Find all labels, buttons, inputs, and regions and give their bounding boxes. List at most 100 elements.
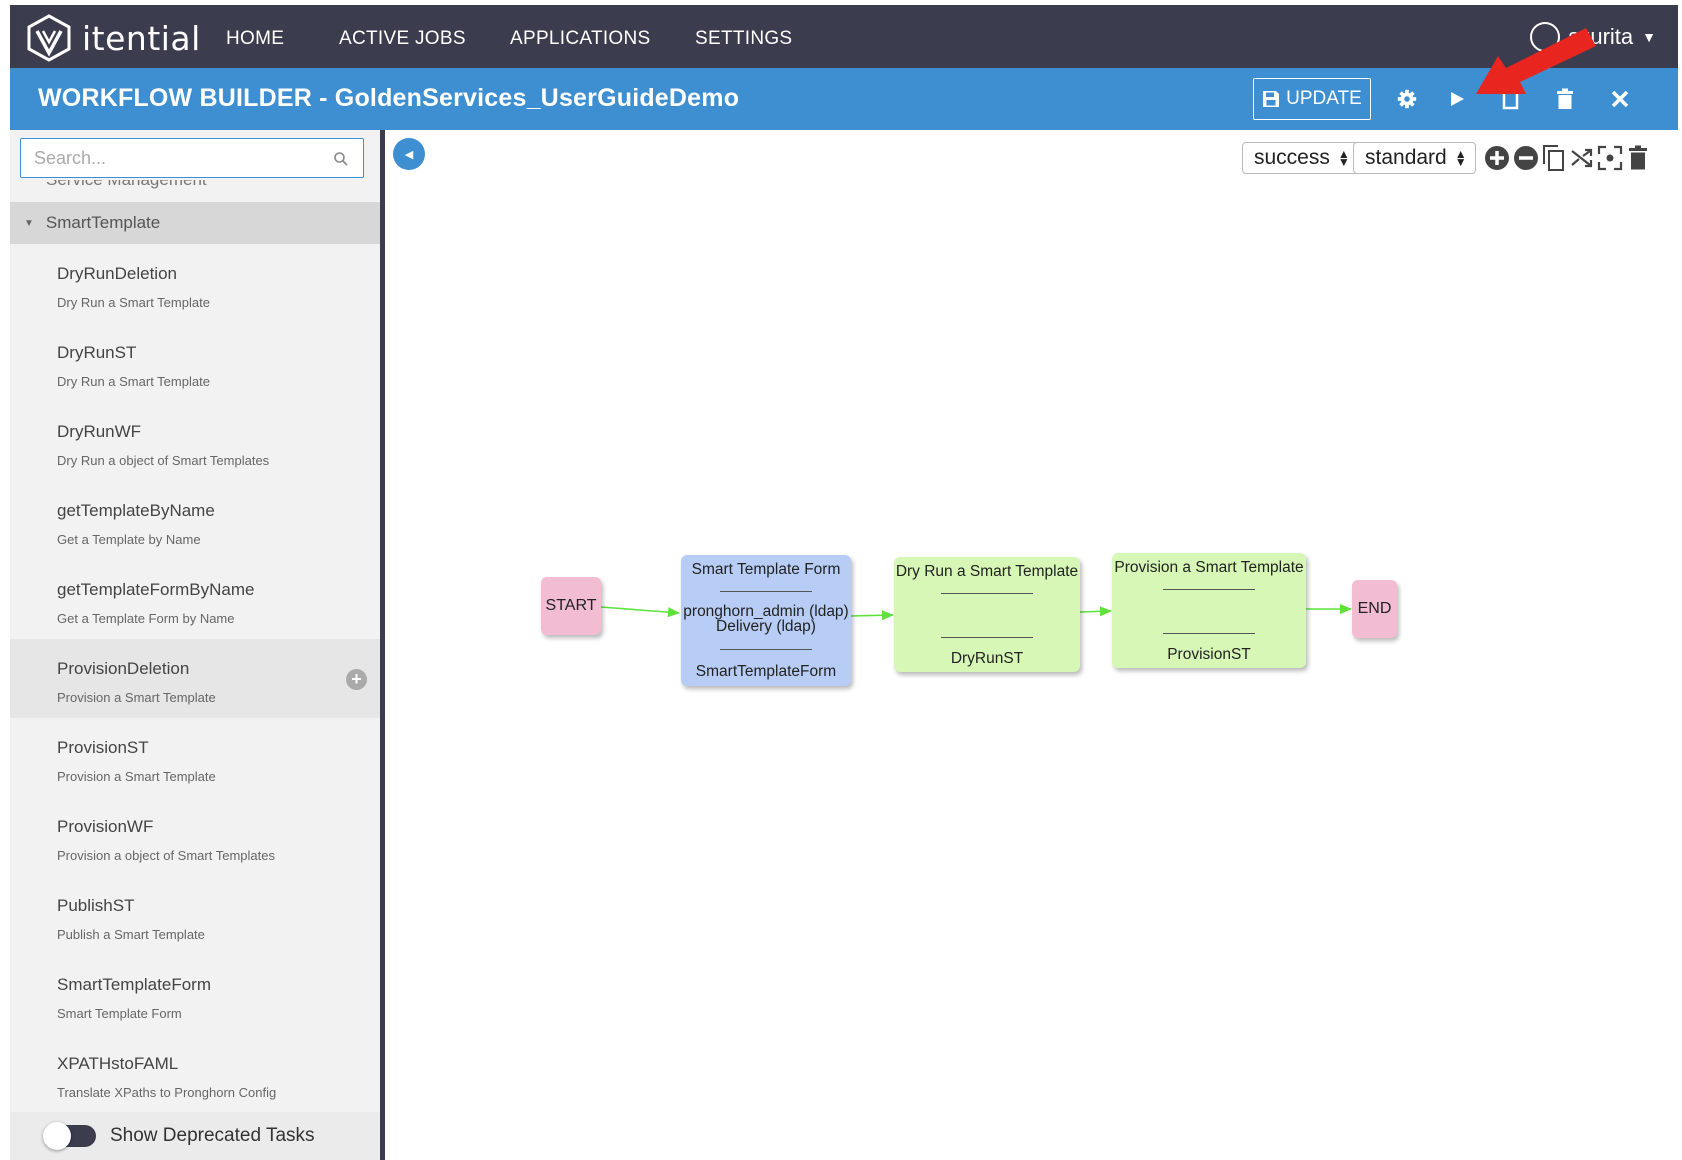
itential-logo-icon[interactable] (24, 13, 74, 63)
task-item-xpathstofaml[interactable]: XPATHstoFAML Translate XPaths to Prongho… (10, 1034, 380, 1113)
task-item-provisiondeletion[interactable]: ProvisionDeletion Provision a Smart Temp… (10, 639, 380, 718)
caret-down-icon: ▼ (24, 217, 34, 229)
task-item-provisionst[interactable]: ProvisionST Provision a Smart Template (10, 718, 380, 797)
page-title: WORKFLOW BUILDER - GoldenServices_UserGu… (38, 84, 740, 112)
start-node[interactable]: START (541, 577, 601, 635)
show-deprecated-label: Show Deprecated Tasks (110, 1125, 315, 1146)
node-body-line: pronghorn_admin (ldap) (683, 603, 849, 620)
search-input[interactable] (34, 147, 314, 169)
close-icon[interactable] (1605, 84, 1635, 114)
top-nav: itential HOME ACTIVE JOBS APPLICATIONS S… (10, 5, 1678, 68)
task-description: Dry Run a Smart Template (57, 374, 210, 389)
nav-active-jobs[interactable]: ACTIVE JOBS (339, 28, 466, 50)
node-footer: ProvisionST (1167, 646, 1251, 663)
task-item-dryrunst[interactable]: DryRunST Dry Run a Smart Template (10, 323, 380, 402)
transition-dryrun-to-provision (1079, 606, 1112, 617)
transition-form-to-dryrun (850, 610, 894, 621)
node-divider (941, 637, 1033, 638)
user-name: szurita (1568, 24, 1634, 49)
save-icon (1263, 91, 1280, 107)
task-name: PublishST (57, 896, 135, 915)
task-description: Smart Template Form (57, 1006, 182, 1021)
task-node-smart-template-form[interactable]: Smart Template Form pronghorn_admin (lda… (681, 555, 851, 686)
collapse-sidebar-icon[interactable]: ◀ (393, 138, 425, 170)
end-node[interactable]: END (1352, 580, 1397, 638)
node-footer: DryRunST (950, 650, 1024, 667)
transition-start-to-form (600, 606, 680, 618)
mode-select-value: standard (1365, 146, 1447, 169)
task-name: ProvisionDeletion (57, 659, 190, 678)
copy-icon[interactable] (1496, 84, 1526, 114)
task-node-provision-smart-template[interactable]: Provision a Smart Template ProvisionST (1112, 553, 1306, 668)
search-icon (334, 152, 348, 166)
task-item-smarttemplateform[interactable]: SmartTemplateForm Smart Template Form (10, 955, 380, 1034)
user-menu[interactable]: szurita ▼ (1530, 19, 1656, 55)
task-list: DryRunDeletion Dry Run a Smart Template … (10, 244, 380, 1113)
select-arrows-icon: ▲ ▼ (1454, 147, 1467, 169)
task-description: Dry Run a object of Smart Templates (57, 453, 270, 468)
settings-gear-icon[interactable] (1392, 84, 1422, 114)
previous-group-header[interactable]: Service Management (32, 180, 207, 194)
task-description: Provision a Smart Template (57, 690, 216, 705)
zoom-out-icon[interactable] (1512, 143, 1540, 173)
task-sidebar: Service Management ▼ SmartTemplate DryRu… (10, 130, 380, 1160)
task-item-dryrunwf[interactable]: DryRunWF Dry Run a object of Smart Templ… (10, 402, 380, 481)
workflow-title-bar: WORKFLOW BUILDER - GoldenServices_UserGu… (10, 68, 1678, 130)
run-play-icon[interactable] (1442, 84, 1472, 114)
center-focus-icon[interactable] (1596, 143, 1624, 173)
task-node-dry-run-smart-template[interactable]: Dry Run a Smart Template DryRunST (894, 557, 1080, 672)
task-name: ProvisionWF (57, 817, 154, 836)
copy-icon[interactable] (1540, 143, 1568, 173)
task-description: Dry Run a Smart Template (57, 295, 210, 310)
node-title: Smart Template Form (691, 561, 841, 578)
node-title: Provision a Smart Template (1114, 559, 1304, 576)
task-name: DryRunST (57, 343, 137, 362)
task-name: SmartTemplateForm (57, 975, 211, 994)
group-label: SmartTemplate (45, 213, 161, 232)
nav-applications[interactable]: APPLICATIONS (510, 28, 651, 50)
transition-select-value: success (1254, 146, 1330, 169)
deprecated-toggle-bar: Show Deprecated Tasks (10, 1112, 380, 1160)
task-item-gettemplatebyname[interactable]: getTemplateByName Get a Template by Name (10, 481, 380, 560)
task-description: Translate XPaths to Pronghorn Config (57, 1085, 277, 1100)
task-item-gettemplateformbyname[interactable]: getTemplateFormByName Get a Template For… (10, 560, 380, 639)
nav-settings[interactable]: SETTINGS (695, 28, 792, 50)
workflow-canvas[interactable]: ◀ success ▲ ▼ standard ▲ ▼ START Smart T… (385, 130, 1682, 1160)
task-name: getTemplateFormByName (57, 580, 255, 599)
workflow-builder-window: itential HOME ACTIVE JOBS APPLICATIONS S… (0, 0, 1682, 1160)
task-item-publishst[interactable]: PublishST Publish a Smart Template (10, 876, 380, 955)
toggle-knob (43, 1122, 71, 1150)
node-divider (941, 593, 1033, 594)
task-description: Provision a object of Smart Templates (57, 848, 275, 863)
task-item-dryrundeletion[interactable]: DryRunDeletion Dry Run a Smart Template (10, 244, 380, 323)
task-name: DryRunWF (57, 422, 142, 441)
node-divider (1163, 633, 1255, 634)
task-name: ProvisionST (57, 738, 149, 757)
update-button[interactable]: UPDATE (1253, 78, 1371, 120)
task-name: getTemplateByName (57, 501, 215, 520)
task-description: Publish a Smart Template (57, 927, 205, 942)
node-footer: SmartTemplateForm (695, 663, 837, 680)
node-divider (720, 649, 812, 650)
task-description: Get a Template by Name (57, 532, 201, 547)
node-title: Dry Run a Smart Template (895, 563, 1079, 580)
zoom-in-icon[interactable] (1483, 143, 1511, 173)
node-divider (720, 591, 812, 592)
show-deprecated-toggle[interactable] (43, 1122, 96, 1150)
transition-select[interactable]: success ▲ ▼ (1242, 142, 1359, 174)
mode-select[interactable]: standard ▲ ▼ (1353, 142, 1476, 174)
task-description: Provision a Smart Template (57, 769, 216, 784)
group-header-smarttemplate[interactable]: ▼ SmartTemplate (10, 202, 380, 244)
nav-home[interactable]: HOME (226, 28, 284, 50)
brand-name[interactable]: itential (82, 19, 201, 58)
delete-trash-icon[interactable] (1624, 143, 1652, 173)
user-avatar-icon (1530, 22, 1561, 52)
search-box[interactable] (20, 138, 364, 178)
task-item-provisionwf[interactable]: ProvisionWF Provision a object of Smart … (10, 797, 380, 876)
update-button-label: UPDATE (1286, 88, 1362, 109)
add-task-icon[interactable]: + (346, 669, 367, 690)
caret-down-icon: ▼ (1642, 29, 1656, 45)
shuffle-layout-icon[interactable] (1568, 143, 1596, 173)
select-arrows-icon: ▲ ▼ (1337, 147, 1350, 169)
delete-trash-icon[interactable] (1550, 84, 1580, 114)
